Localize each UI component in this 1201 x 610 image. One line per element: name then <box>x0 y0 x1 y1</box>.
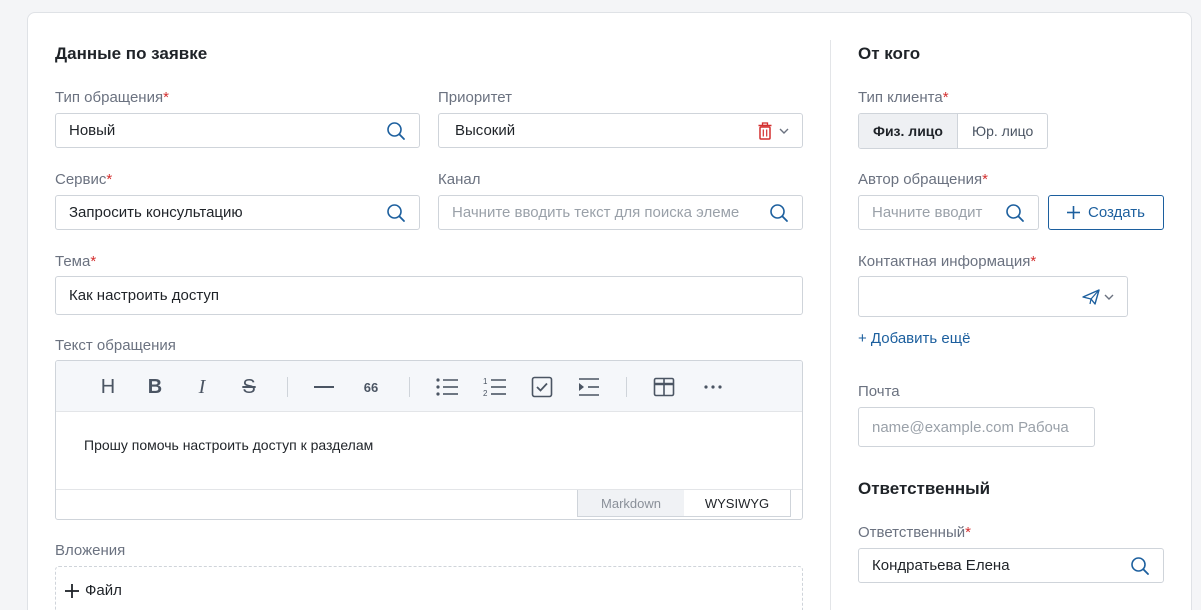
channel-placeholder: Начните вводить текст для поиска элеме <box>452 204 740 221</box>
type-value: Новый <box>69 122 116 139</box>
email-placeholder: name@example.com Рабоча <box>872 418 1069 436</box>
search-icon[interactable] <box>386 203 406 223</box>
channel-field[interactable]: Начните вводить текст для поиска элеме <box>438 195 803 230</box>
assignee-label-text: Ответственный <box>858 524 966 541</box>
section-title-from: От кого <box>858 44 921 63</box>
subject-label-text: Тема <box>55 253 91 270</box>
service-label: Сервис* <box>55 171 112 188</box>
required-mark: * <box>942 89 949 106</box>
horizontal-rule-icon <box>314 386 334 388</box>
quote-button[interactable]: 66 <box>359 374 383 400</box>
numbered-list-icon: 12 <box>483 377 506 398</box>
priority-label: Приоритет <box>438 89 512 106</box>
send-icon[interactable] <box>1082 288 1100 305</box>
search-icon[interactable] <box>769 203 789 223</box>
toolbar-separator <box>626 377 627 397</box>
contact-label-text: Контактная информация <box>858 253 1031 270</box>
editor-content[interactable]: Прошу помочь настроить доступ к разделам <box>84 437 373 453</box>
required-mark: * <box>1030 253 1037 270</box>
tab-markdown[interactable]: Markdown <box>577 490 685 517</box>
section-title-assignee: Ответственный <box>858 479 991 498</box>
bold-button[interactable]: B <box>143 374 167 400</box>
client-type-label: Тип клиента* <box>858 89 949 106</box>
chevron-down-icon[interactable] <box>779 127 789 135</box>
email-label: Почта <box>858 383 900 400</box>
add-more-contact-link[interactable]: + Добавить ещё <box>858 330 970 347</box>
priority-select[interactable]: Высокий <box>438 113 803 148</box>
required-mark: * <box>965 524 971 541</box>
create-author-button[interactable]: Создать <box>1048 195 1164 230</box>
client-type-legal[interactable]: Юр. лицо <box>958 114 1047 148</box>
chevron-down-icon[interactable] <box>1104 293 1114 301</box>
author-field[interactable]: Начните вводит <box>858 195 1039 230</box>
assignee-field[interactable]: Кондратьева Елена <box>858 548 1164 583</box>
rich-text-editor[interactable]: H B I S 66 12 Прошу помочь настроить дос… <box>55 360 803 520</box>
italic-button[interactable]: I <box>190 374 214 400</box>
trash-icon[interactable] <box>757 121 773 140</box>
body-label: Текст обращения <box>55 337 176 354</box>
required-mark: * <box>163 89 169 106</box>
ellipsis-icon <box>704 385 722 389</box>
assignee-label: Ответственный* <box>858 524 971 541</box>
subject-label: Тема* <box>55 253 96 270</box>
subject-value: Как настроить доступ <box>69 287 219 304</box>
table-button[interactable] <box>652 374 676 400</box>
service-value: Запросить консультацию <box>69 204 243 221</box>
toolbar-separator <box>287 377 288 397</box>
plus-icon <box>1066 206 1080 219</box>
type-label-text: Тип обращения <box>55 89 164 106</box>
numbered-list-button[interactable]: 12 <box>482 374 508 400</box>
checklist-button[interactable] <box>530 374 554 400</box>
author-label-text: Автор обращения <box>858 171 983 188</box>
indent-icon <box>579 378 599 396</box>
service-field[interactable]: Запросить консультацию <box>55 195 420 230</box>
add-file-button[interactable]: Файл <box>65 582 122 599</box>
svg-text:2: 2 <box>483 389 488 398</box>
email-input[interactable]: name@example.com Рабоча <box>858 407 1095 447</box>
attachments-dropzone[interactable]: Файл <box>55 566 803 610</box>
search-icon[interactable] <box>386 121 406 141</box>
strikethrough-button[interactable]: S <box>237 374 261 400</box>
priority-value: Высокий <box>455 122 516 139</box>
column-divider <box>830 40 831 610</box>
required-mark: * <box>982 171 988 188</box>
type-field[interactable]: Новый <box>55 113 420 148</box>
author-placeholder: Начните вводит <box>872 204 983 221</box>
author-label: Автор обращения* <box>858 171 988 188</box>
table-icon <box>653 377 675 397</box>
editor-mode-tabs: Markdown WYSIWYG <box>56 489 802 519</box>
checkbox-icon <box>531 376 553 398</box>
subject-input[interactable]: Как настроить доступ <box>55 276 803 315</box>
heading-button[interactable]: H <box>96 374 120 400</box>
client-type-individual[interactable]: Физ. лицо <box>859 114 958 148</box>
indent-button[interactable] <box>577 374 601 400</box>
more-options-button[interactable] <box>701 374 725 400</box>
contact-label: Контактная информация* <box>858 253 1036 270</box>
editor-toolbar: H B I S 66 12 <box>56 361 802 412</box>
assignee-value: Кондратьева Елена <box>872 557 1010 574</box>
client-type-label-text: Тип клиента <box>858 89 943 106</box>
required-mark: * <box>106 171 113 188</box>
bullet-list-button[interactable] <box>434 374 460 400</box>
bullet-list-icon <box>436 378 458 396</box>
channel-label: Канал <box>438 171 481 188</box>
search-icon[interactable] <box>1130 556 1150 576</box>
contact-field[interactable] <box>858 276 1128 317</box>
plus-icon <box>65 583 79 598</box>
svg-text:1: 1 <box>483 377 488 386</box>
service-label-text: Сервис <box>55 171 107 188</box>
search-icon[interactable] <box>1005 203 1025 223</box>
type-label: Тип обращения* <box>55 89 169 106</box>
attachments-label: Вложения <box>55 542 126 559</box>
section-title-request: Данные по заявке <box>55 44 208 63</box>
required-mark: * <box>90 253 97 270</box>
create-author-label: Создать <box>1087 204 1145 221</box>
tab-wysiwyg[interactable]: WYSIWYG <box>684 490 791 517</box>
add-file-label: Файл <box>85 582 122 599</box>
toolbar-separator <box>409 377 410 397</box>
horizontal-rule-button[interactable] <box>312 374 336 400</box>
client-type-toggle: Физ. лицо Юр. лицо <box>858 113 1049 149</box>
